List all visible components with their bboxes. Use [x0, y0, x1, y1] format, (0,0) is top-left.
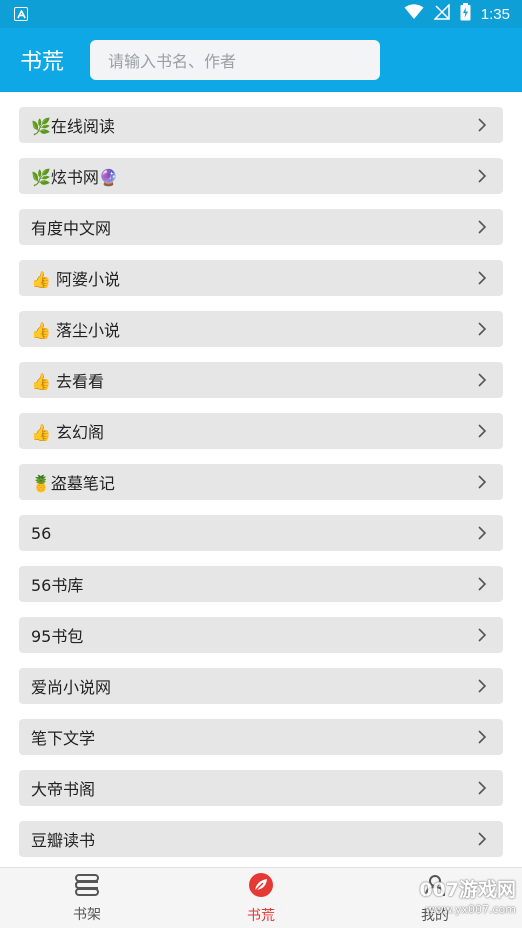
wifi-icon	[404, 4, 424, 24]
chevron-right-icon	[477, 474, 487, 490]
list-item[interactable]: 笔下文学	[19, 719, 503, 755]
status-bar: 1:35	[0, 0, 522, 28]
status-left	[14, 7, 28, 21]
source-list: 🌿在线阅读 🌿炫书网🔮 有度中文网 👍 阿婆小说 👍 落尘小说 👍 去看看 👍 玄幻阁 🍍盗墓…	[0, 92, 522, 867]
list-item-label: 56	[31, 523, 52, 543]
search-input[interactable]: 请输入书名、作者	[90, 40, 380, 80]
chevron-right-icon	[477, 117, 487, 133]
list-item-label: 有度中文网	[31, 219, 112, 238]
watermark-line1: 007游戏网	[419, 879, 516, 901]
chevron-right-icon	[477, 780, 487, 796]
page-title: 书荒	[20, 50, 65, 75]
watermark-line2: www.yx007.com	[425, 903, 516, 916]
app-notification-icon	[14, 7, 28, 21]
chevron-right-icon	[477, 168, 487, 184]
list-item[interactable]: 爱尚小说网	[19, 668, 503, 704]
nav-label-discover: 书荒	[247, 907, 275, 924]
list-item-label: 豆瓣读书	[31, 831, 96, 850]
list-item[interactable]: 👍 落尘小说	[19, 311, 503, 347]
list-item-label: 🍍盗墓笔记	[31, 474, 115, 493]
chevron-right-icon	[477, 831, 487, 847]
list-item[interactable]: 大帝书阁	[19, 770, 503, 806]
list-item-label: 🌿在线阅读	[31, 117, 115, 136]
list-item-label: 大帝书阁	[31, 780, 96, 799]
list-item-label: 👍 落尘小说	[31, 321, 121, 340]
list-item[interactable]: 👍 玄幻阁	[19, 413, 503, 449]
leaf-icon	[248, 872, 274, 902]
status-right: 1:35	[404, 3, 510, 25]
list-item[interactable]: 🌿炫书网🔮	[19, 158, 503, 194]
bookshelf-icon	[73, 873, 101, 901]
chevron-right-icon	[477, 423, 487, 439]
status-time: 1:35	[480, 5, 510, 23]
list-item[interactable]: 有度中文网	[19, 209, 503, 245]
watermark: 007游戏网 www.yx007.com	[419, 880, 516, 920]
chevron-right-icon	[477, 627, 487, 643]
list-item[interactable]: 👍 阿婆小说	[19, 260, 503, 296]
chevron-right-icon	[477, 525, 487, 541]
list-item[interactable]: 56书库	[19, 566, 503, 602]
chevron-right-icon	[477, 321, 487, 337]
nav-item-bookshelf[interactable]: 书架	[0, 868, 174, 928]
nav-item-discover[interactable]: 书荒	[174, 868, 348, 928]
list-item-label: 95书包	[31, 627, 84, 646]
list-item-label: 👍 阿婆小说	[31, 270, 121, 289]
chevron-right-icon	[477, 576, 487, 592]
signal-off-icon	[432, 3, 450, 24]
chevron-right-icon	[477, 219, 487, 235]
list-item[interactable]: 🌿在线阅读	[19, 107, 503, 143]
chevron-right-icon	[477, 729, 487, 745]
chevron-right-icon	[477, 270, 487, 286]
list-item[interactable]: 95书包	[19, 617, 503, 653]
chevron-right-icon	[477, 678, 487, 694]
search-placeholder: 请输入书名、作者	[108, 52, 237, 71]
battery-charging-icon	[460, 3, 471, 25]
nav-label-bookshelf: 书架	[73, 906, 101, 923]
list-item-label: 👍 去看看	[31, 372, 105, 391]
toolbar: 书荒 请输入书名、作者	[0, 28, 522, 92]
list-item-label: 56书库	[31, 576, 84, 595]
chevron-right-icon	[477, 372, 487, 388]
list-item[interactable]: 豆瓣读书	[19, 821, 503, 857]
list-item[interactable]: 👍 去看看	[19, 362, 503, 398]
list-item[interactable]: 56	[19, 515, 503, 551]
list-item-label: 笔下文学	[31, 729, 96, 748]
list-item-label: 👍 玄幻阁	[31, 423, 105, 442]
list-item-label: 🌿炫书网🔮	[31, 168, 119, 187]
list-item[interactable]: 🍍盗墓笔记	[19, 464, 503, 500]
list-item-label: 爱尚小说网	[31, 678, 112, 697]
